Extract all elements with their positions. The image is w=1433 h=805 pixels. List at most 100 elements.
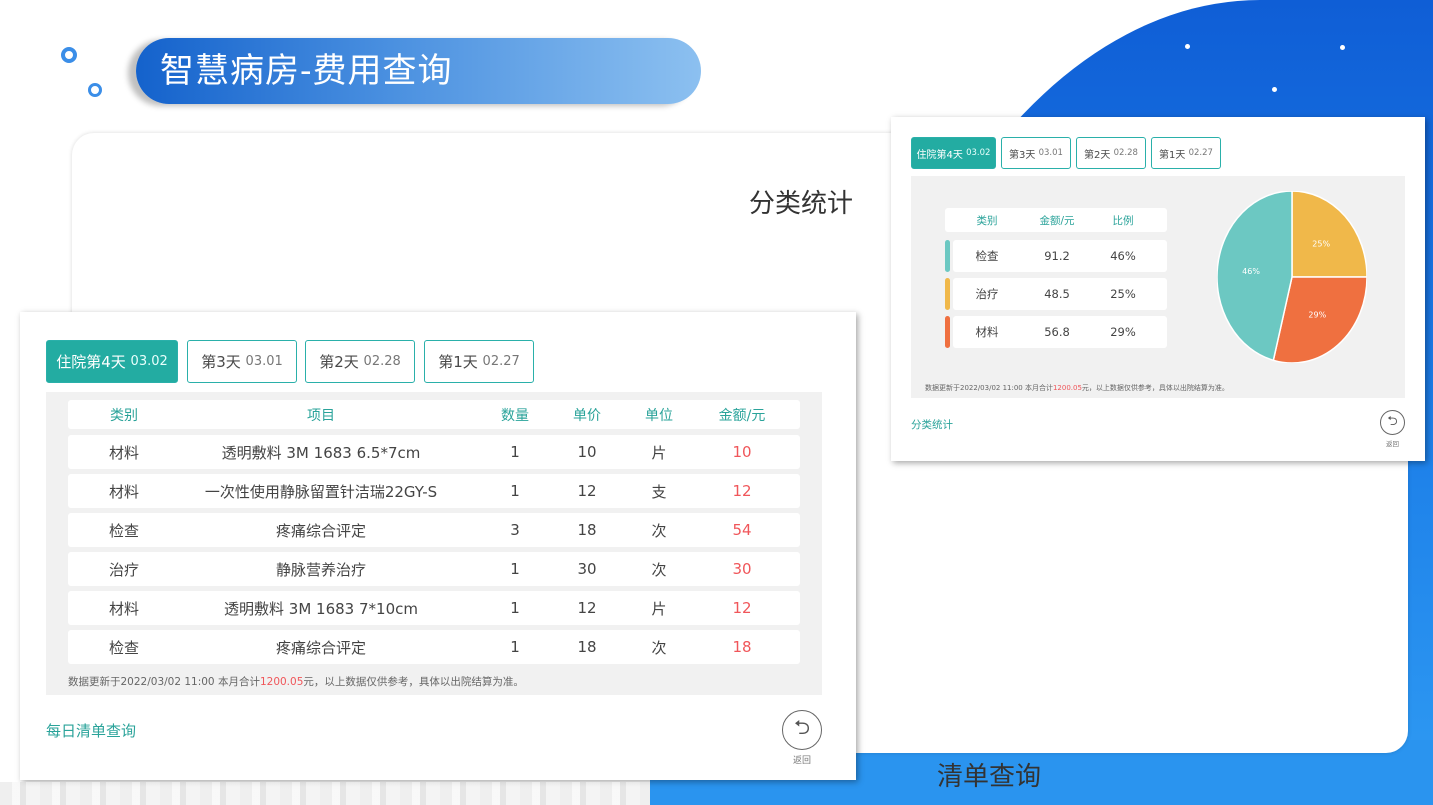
star-dot	[1185, 44, 1190, 49]
tab-label: 第2天	[1084, 149, 1111, 161]
cell-qty: 1	[510, 599, 520, 617]
cell-category: 材料	[108, 482, 139, 501]
tab-date: 03.02	[130, 354, 168, 369]
tab-day3[interactable]: 第3天 03.01	[1001, 137, 1071, 169]
pie-label-0: 46%	[1242, 267, 1260, 276]
stats-screenshot: 住院第4天 03.02 第3天 03.01 第2天 02.28 第1天 02.2…	[891, 117, 1425, 461]
star-dot	[1002, 66, 1007, 71]
cell-unit: 片	[651, 443, 667, 462]
cell-category: 材料	[108, 443, 139, 462]
cell-unit: 支	[651, 482, 667, 501]
page-title: 智慧病房-费用查询	[160, 51, 453, 91]
cell-category: 治疗	[975, 287, 999, 301]
cell-price: 30	[577, 560, 597, 578]
stats-header-row: 类别 金额/元 比例	[945, 208, 1167, 232]
cell-ratio: 46%	[1110, 249, 1136, 263]
back-label: 返回	[792, 756, 811, 766]
star-dot	[1272, 87, 1277, 92]
back-button[interactable]: ⮌	[1380, 410, 1405, 435]
list-screenshot: 住院第4天 03.02 第3天 03.01 第2天 02.28 第1天 02.2…	[20, 312, 856, 780]
tab-label: 第3天	[1009, 149, 1036, 161]
pie-slice-1	[1291, 191, 1367, 278]
cell-amount: 48.5	[1044, 287, 1070, 301]
header-category: 类别	[110, 407, 138, 424]
cell-category: 治疗	[108, 560, 139, 579]
star-dot	[888, 56, 893, 61]
header-item: 项目	[307, 407, 335, 424]
pie-label-2: 29%	[1308, 310, 1326, 319]
cell-amount: 30	[732, 560, 752, 578]
tab-date: 03.01	[245, 354, 283, 369]
tab-date: 02.27	[482, 354, 520, 369]
tab-day4[interactable]: 住院第4天 03.02	[46, 340, 178, 383]
tab-day1[interactable]: 第1天 02.27	[1151, 137, 1221, 169]
table-row: 材料 透明敷料 3M 1683 6.5*7cm 1 10 片 10	[68, 435, 800, 469]
tab-label: 住院第4天	[916, 149, 963, 161]
tab-day2[interactable]: 第2天 02.28	[305, 340, 415, 383]
tab-date: 02.27	[1188, 148, 1213, 158]
table-row: 治疗 静脉营养治疗 1 30 次 30	[68, 552, 800, 586]
tab-date: 02.28	[363, 354, 401, 369]
pie-label-1: 25%	[1312, 240, 1330, 249]
cell-qty: 1	[510, 443, 520, 461]
cell-item: 透明敷料 3M 1683 7*10cm	[224, 599, 418, 618]
decor-ring	[88, 83, 102, 97]
cell-amount: 18	[732, 638, 752, 656]
header-amount: 金额/元	[1039, 214, 1075, 227]
star-dot	[1340, 45, 1345, 50]
tab-day1[interactable]: 第1天 02.27	[424, 340, 534, 383]
table-header-row: 类别 项目 数量 单价 单位 金额/元	[68, 400, 800, 429]
cell-category: 检查	[108, 638, 139, 657]
cell-unit: 片	[651, 599, 667, 618]
header-amount: 金额/元	[718, 407, 766, 424]
tab-label: 第1天	[438, 353, 478, 371]
header-price: 单价	[573, 407, 601, 424]
stats-footnote: 数据更新于2022/03/02 11:00 本月合计1200.05元，以上数据仅…	[925, 383, 1229, 393]
cell-amount: 10	[732, 443, 752, 461]
cell-unit: 次	[651, 521, 667, 540]
cell-amount: 91.2	[1044, 249, 1070, 263]
note-suffix: 元，以上数据仅供参考，具体以出院结算为准。	[303, 676, 524, 688]
tab-date: 03.01	[1038, 148, 1063, 158]
table-row: 检查 疼痛综合评定 3 18 次 54	[68, 513, 800, 547]
cell-qty: 1	[510, 560, 520, 578]
legend-swatch	[945, 278, 950, 310]
tab-day4[interactable]: 住院第4天 03.02	[911, 137, 996, 169]
cell-item: 疼痛综合评定	[275, 521, 366, 540]
table-row: 材料 透明敷料 3M 1683 7*10cm 1 12 片 12	[68, 591, 800, 625]
back-arrow-icon: ⮌	[1387, 413, 1398, 429]
daily-list-link[interactable]: 每日清单查询	[46, 720, 136, 741]
tab-day3[interactable]: 第3天 03.01	[187, 340, 297, 383]
list-footnote: 数据更新于2022/03/02 11:00 本月合计1200.05元，以上数据仅…	[68, 674, 524, 689]
cell-category: 检查	[108, 521, 139, 540]
cell-unit: 次	[651, 560, 667, 579]
tab-date: 03.02	[966, 148, 991, 158]
cell-amount: 12	[732, 482, 752, 500]
legend-swatch	[945, 240, 950, 272]
cell-price: 18	[577, 521, 597, 539]
tab-day2[interactable]: 第2天 02.28	[1076, 137, 1146, 169]
note-prefix: 数据更新于2022/03/02 11:00 本月合计	[68, 676, 260, 688]
cell-item: 一次性使用静脉留置针洁瑞22GY-S	[204, 482, 438, 501]
decor-ring	[61, 47, 77, 63]
caption-list: 清单查询	[937, 762, 1042, 792]
caption-classify: 分类统计	[749, 189, 854, 219]
cell-price: 12	[577, 599, 597, 617]
note-total: 1200.05	[259, 676, 304, 688]
note-prefix: 数据更新于2022/03/02 11:00 本月合计	[925, 384, 1053, 392]
category-stats-link[interactable]: 分类统计	[911, 417, 953, 432]
cell-price: 10	[577, 443, 597, 461]
cell-qty: 1	[510, 482, 520, 500]
header-unit: 单位	[645, 407, 673, 424]
cell-qty: 1	[510, 638, 520, 656]
back-button[interactable]: ⮌	[782, 710, 822, 750]
header-qty: 数量	[501, 407, 529, 424]
tab-label: 第2天	[319, 353, 359, 371]
cell-ratio: 25%	[1110, 287, 1136, 301]
cell-category: 检查	[975, 249, 999, 263]
note-suffix: 元，以上数据仅供参考，具体以出院结算为准。	[1081, 384, 1229, 392]
cell-ratio: 29%	[1110, 325, 1136, 339]
stats-row: 材料 56.8 29%	[953, 316, 1167, 348]
legend-swatch	[945, 316, 950, 348]
cell-category: 材料	[975, 325, 999, 339]
